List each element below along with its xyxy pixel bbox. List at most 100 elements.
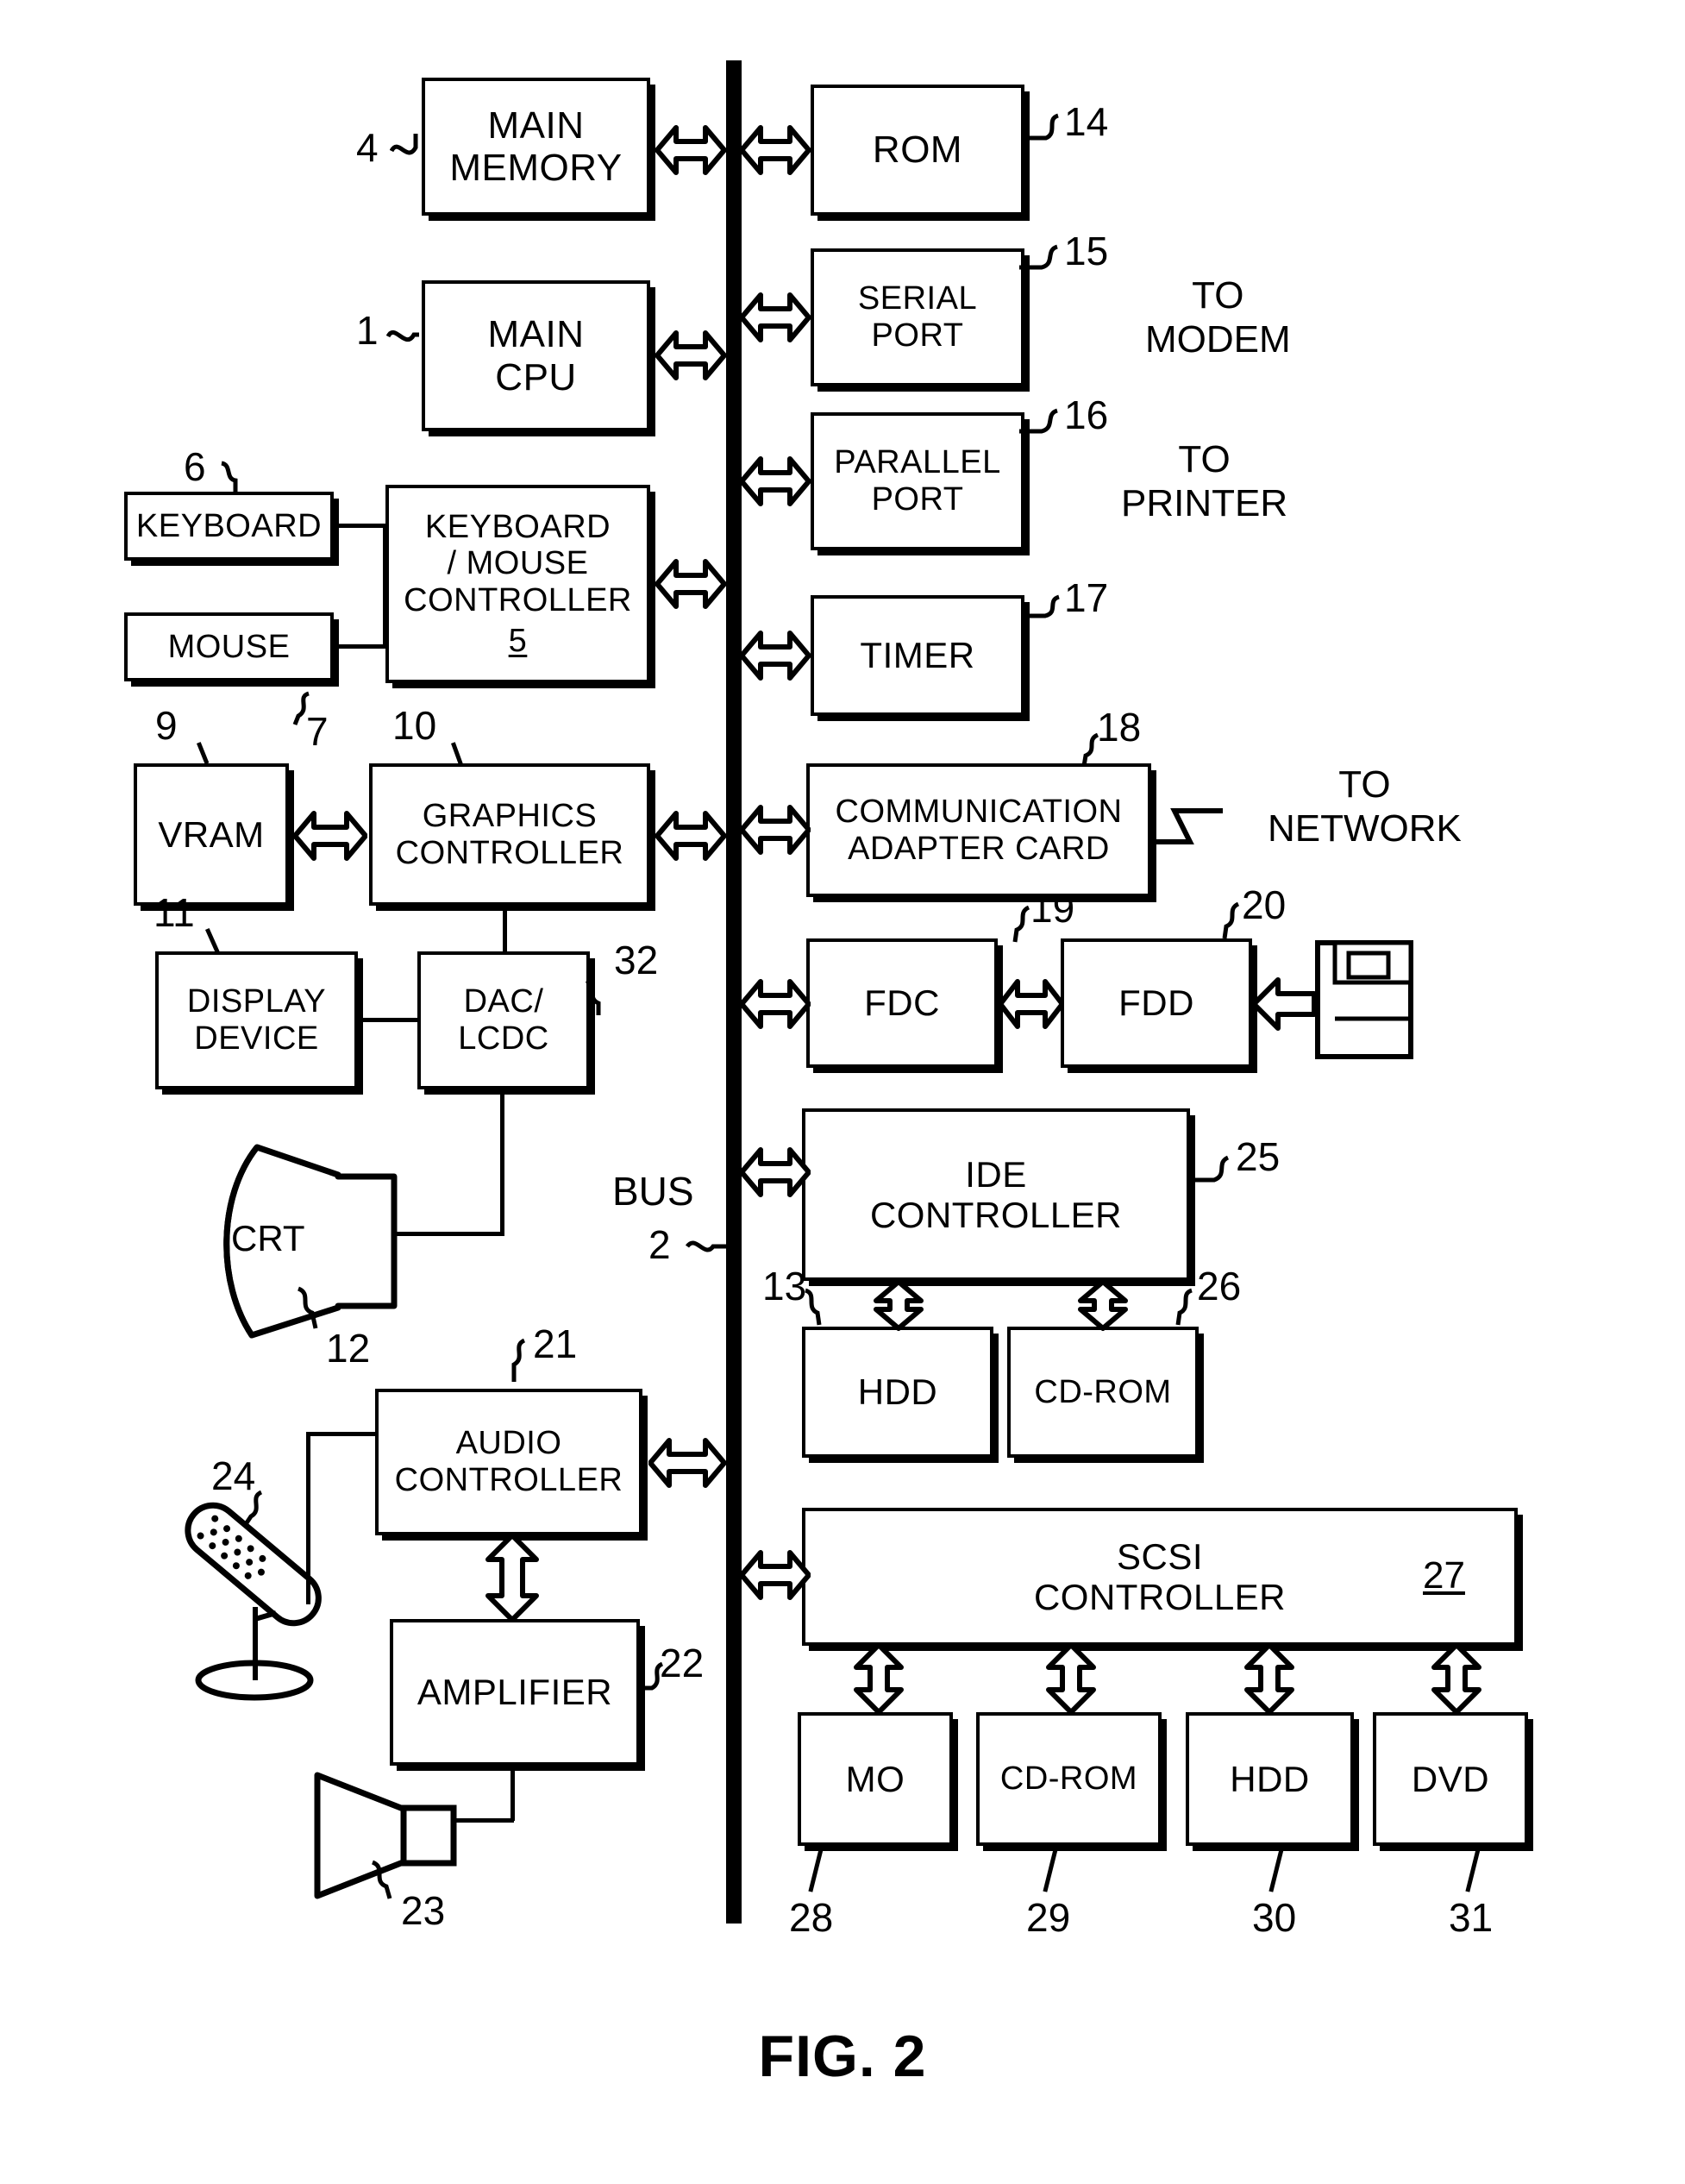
leader-squiggle-14 (1027, 113, 1060, 141)
ref-16: 16 (1064, 392, 1109, 437)
block-keyboard-mouse-controller[interactable]: KEYBOARD / MOUSE CONTROLLER 5 (385, 485, 650, 683)
block-dvd-label: DVD (1411, 1758, 1490, 1799)
block-amplifier[interactable]: AMPLIFIER (390, 1619, 640, 1766)
block-mouse-label: MOUSE (167, 628, 291, 665)
block-parallel-port[interactable]: PARALLEL PORT (811, 412, 1024, 550)
ref-6: 6 (184, 444, 206, 489)
block-timer-label: TIMER (860, 635, 975, 676)
arrow-bus-fdc (740, 979, 811, 1029)
arrow-scsi-dvd (1431, 1643, 1481, 1714)
ref-10: 10 (392, 703, 437, 748)
block-hdd-ide-label: HDD (857, 1371, 938, 1413)
arrow-ide-cdrom (1078, 1280, 1128, 1331)
block-timer[interactable]: TIMER (811, 595, 1024, 716)
block-hdd-ide[interactable]: HDD (802, 1327, 993, 1458)
block-rom[interactable]: ROM (811, 85, 1024, 216)
block-main-memory[interactable]: MAIN MEMORY (422, 78, 650, 216)
block-keyboard-label: KEYBOARD (135, 507, 323, 544)
ref-20: 20 (1242, 882, 1287, 927)
block-dac-lcdc[interactable]: DAC/ LCDC (417, 951, 590, 1089)
leader-squiggle-19 (1012, 905, 1030, 943)
block-hdd-scsi-label: HDD (1230, 1758, 1310, 1799)
arrow-main-cpu-bus (655, 330, 726, 380)
wire-mic-to-audio-vertical (306, 1432, 310, 1604)
ref-30: 30 (1252, 1895, 1297, 1940)
arrow-bus-parallel-port (740, 456, 811, 506)
block-communication-adapter-card-label: COMMUNICATION ADAPTER CARD (835, 793, 1123, 867)
leader-squiggle-6 (221, 461, 238, 493)
leader-squiggle-24 (241, 1490, 263, 1528)
ref-9: 9 (155, 703, 178, 748)
block-fdc-label: FDC (864, 982, 940, 1024)
leader-squiggle-21 (511, 1338, 526, 1382)
leader-28 (808, 1848, 824, 1892)
external-to-network: TO NETWORK (1268, 763, 1462, 850)
wire-speaker-to-amplifier (452, 1818, 514, 1823)
arrow-audio-amplifier (485, 1534, 539, 1622)
arrow-scsi-mo (854, 1643, 904, 1714)
arrow-audio-controller-bus (648, 1438, 726, 1488)
block-graphics-controller-label: GRAPHICS CONTROLLER (395, 797, 624, 871)
block-scsi-controller-ref: 27 (1423, 1554, 1465, 1597)
block-main-memory-label: MAIN MEMORY (449, 104, 623, 189)
leader-squiggle-bus (686, 1240, 730, 1252)
arrow-graphics-controller-bus (655, 811, 726, 861)
leader-squiggle-20 (1222, 901, 1240, 939)
wire-speaker-to-amplifier-vertical (511, 1766, 515, 1821)
ref-1: 1 (356, 308, 379, 353)
lightning-connector-icon (1152, 808, 1223, 844)
block-mo[interactable]: MO (798, 1712, 953, 1846)
ref-26: 26 (1197, 1264, 1242, 1309)
wire-keyboard-to-controller (334, 524, 385, 528)
leader-31 (1465, 1848, 1481, 1892)
block-ide-controller-label: IDE CONTROLLER (869, 1153, 1123, 1235)
block-cdrom-ide-label: CD-ROM (1034, 1373, 1172, 1410)
arrow-bus-scsi-controller (740, 1550, 811, 1600)
leader-squiggle-12 (297, 1286, 318, 1329)
block-main-cpu-label: MAIN CPU (487, 313, 585, 399)
leader-squiggle-16 (1019, 408, 1059, 434)
leader-9 (197, 742, 210, 765)
leader-30 (1268, 1848, 1284, 1892)
block-ide-controller[interactable]: IDE CONTROLLER (802, 1108, 1190, 1281)
block-cdrom-scsi[interactable]: CD-ROM (976, 1712, 1162, 1846)
block-mouse[interactable]: MOUSE (124, 612, 334, 681)
ref-29: 29 (1026, 1895, 1071, 1940)
wire-display-to-dac (358, 1018, 418, 1022)
leader-squiggle-22 (638, 1661, 664, 1691)
arrow-ide-hdd (874, 1280, 924, 1331)
arrow-floppy-fdd (1252, 977, 1317, 1031)
ref-32: 32 (614, 938, 659, 982)
block-cdrom-scsi-label: CD-ROM (999, 1760, 1138, 1798)
leader-squiggle-4 (390, 134, 418, 155)
block-hdd-scsi[interactable]: HDD (1186, 1712, 1354, 1846)
leader-squiggle-18 (1081, 732, 1099, 767)
block-communication-adapter-card[interactable]: COMMUNICATION ADAPTER CARD (806, 763, 1151, 897)
block-scsi-controller[interactable]: SCSI CONTROLLER (802, 1508, 1518, 1646)
ref-28: 28 (789, 1895, 834, 1940)
microphone-icon[interactable] (147, 1436, 371, 1721)
block-audio-controller[interactable]: AUDIO CONTROLLER (375, 1389, 642, 1535)
block-dvd[interactable]: DVD (1373, 1712, 1528, 1846)
block-audio-controller-label: AUDIO CONTROLLER (394, 1425, 623, 1498)
block-amplifier-label: AMPLIFIER (417, 1672, 613, 1713)
block-display-device[interactable]: DISPLAY DEVICE (155, 951, 358, 1089)
block-vram[interactable]: VRAM (134, 763, 289, 906)
block-keyboard-mouse-controller-ref: 5 (508, 622, 528, 659)
block-serial-port[interactable]: SERIAL PORT (811, 248, 1024, 386)
leader-squiggle-17 (1024, 594, 1061, 618)
block-keyboard[interactable]: KEYBOARD (124, 492, 334, 561)
wire-mouse-to-controller (334, 644, 385, 649)
block-graphics-controller[interactable]: GRAPHICS CONTROLLER (369, 763, 650, 906)
arrow-kbm-controller-bus (655, 559, 726, 609)
block-cdrom-ide[interactable]: CD-ROM (1007, 1327, 1199, 1458)
block-crt-label: CRT (231, 1218, 305, 1258)
ref-14: 14 (1064, 99, 1109, 144)
block-main-cpu[interactable]: MAIN CPU (422, 280, 650, 431)
block-vram-label: VRAM (158, 813, 265, 855)
wire-graphics-to-dac (503, 906, 507, 953)
block-fdc[interactable]: FDC (806, 938, 998, 1068)
external-to-modem: TO MODEM (1145, 274, 1291, 361)
block-serial-port-label: SERIAL PORT (857, 280, 978, 354)
block-fdd[interactable]: FDD (1061, 938, 1252, 1068)
